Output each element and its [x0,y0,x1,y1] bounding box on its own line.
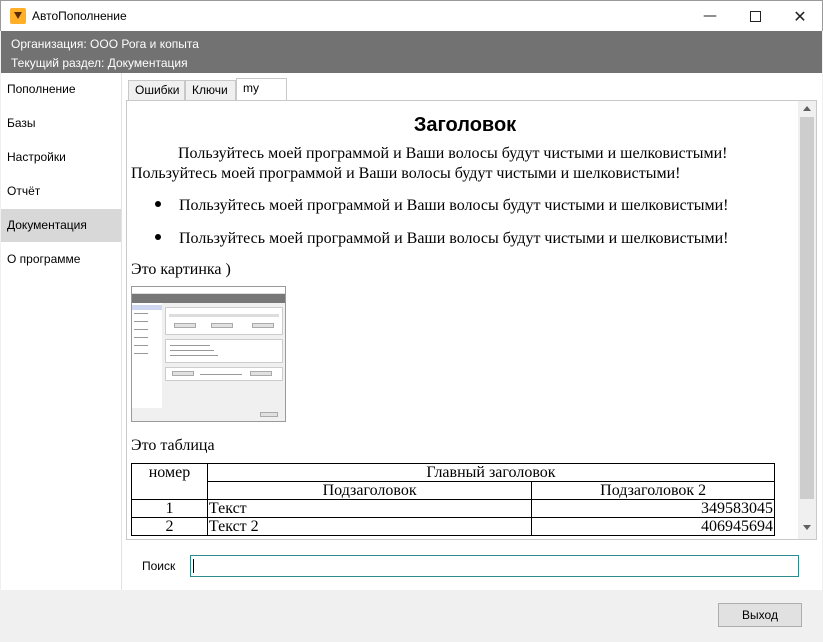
sidebar-item-about[interactable]: О программе [1,243,121,276]
bullet-dot-icon [155,234,161,241]
app-download-icon [10,8,26,24]
table-header-main: Главный заголовок [206,463,776,482]
table-header-number: номер [131,463,208,500]
doc-table: номер Главный заголовок Подзаголовок Под… [131,463,776,536]
doc-bullet-item: Пользуйтесь моей программой и Ваши волос… [155,230,728,248]
scroll-down-icon[interactable] [803,525,811,530]
bullet-text: Пользуйтесь моей программой и Ваши волос… [179,230,729,247]
search-input[interactable] [190,555,799,577]
current-section-label: Текущий раздел: Документация [11,56,188,70]
vertical-scrollbar[interactable] [798,101,816,539]
sidebar-item-settings[interactable]: Настройки [1,141,121,174]
maximize-icon [749,10,761,22]
table-subheader-1: Подзаголовок [206,481,533,500]
table-cell-value: 406945694 [531,517,775,536]
doc-paragraph: Пользуйтесь моей программой и Ваши волос… [131,165,681,182]
search-label: Поиск [142,559,176,573]
window-titlebar[interactable]: АвтоПополнение — ✕ [0,0,823,31]
info-header: Организация: ООО Рога и копыта Текущий р… [1,31,822,73]
tab-my[interactable]: my [236,78,287,101]
table-subheader-2: Подзаголовок 2 [531,481,775,500]
close-icon: ✕ [793,6,807,26]
sidebar-item-databases[interactable]: Базы [1,107,121,140]
bullet-dot-icon [155,201,161,208]
maximize-button[interactable] [732,1,778,31]
doc-paragraph-indented: Пользуйтесь моей программой и Ваши волос… [178,145,728,162]
tab-errors[interactable]: Ошибки [128,80,185,100]
main-panel: Ошибки Ключи my Заголовок Пользуйтесь мо… [121,73,822,590]
text-caret [193,559,194,573]
window-title: АвтоПополнение [32,9,127,23]
minimize-icon: — [703,8,717,24]
scroll-thumb[interactable] [800,117,814,499]
minimize-button[interactable]: — [687,1,733,31]
sidebar-item-report[interactable]: Отчёт [1,175,121,208]
sidebar: Пополнение Базы Настройки Отчёт Документ… [1,73,121,590]
table-row: 2 Текст 2 406945694 [131,517,775,536]
table-cell-text: Текст [206,499,533,518]
document-body: Заголовок Пользуйтесь моей программой и … [131,101,799,539]
doc-heading: Заголовок [413,114,517,136]
doc-bullet-item: Пользуйтесь моей программой и Ваши волос… [155,197,728,215]
exit-button[interactable]: Выход [718,603,802,627]
scroll-up-icon[interactable] [803,106,811,111]
tab-keys[interactable]: Ключи [185,80,236,100]
bullet-text: Пользуйтесь моей программой и Ваши волос… [179,197,729,214]
table-row: 1 Текст 349583045 [131,499,775,518]
organization-label: Организация: ООО Рога и копыта [11,37,199,51]
documentation-viewer[interactable]: Заголовок Пользуйтесь моей программой и … [126,100,817,540]
close-button[interactable]: ✕ [777,1,823,31]
table-cell-text: Текст 2 [206,517,533,536]
table-cell-number: 1 [131,499,208,518]
sidebar-item-documentation[interactable]: Документация [1,209,121,242]
table-cell-number: 2 [131,517,208,536]
picture-caption: Это картинка ) [131,261,231,278]
sidebar-item-replenish[interactable]: Пополнение [1,73,121,106]
screenshot-image [131,286,286,422]
table-cell-value: 349583045 [531,499,775,518]
table-caption: Это таблица [131,437,215,454]
